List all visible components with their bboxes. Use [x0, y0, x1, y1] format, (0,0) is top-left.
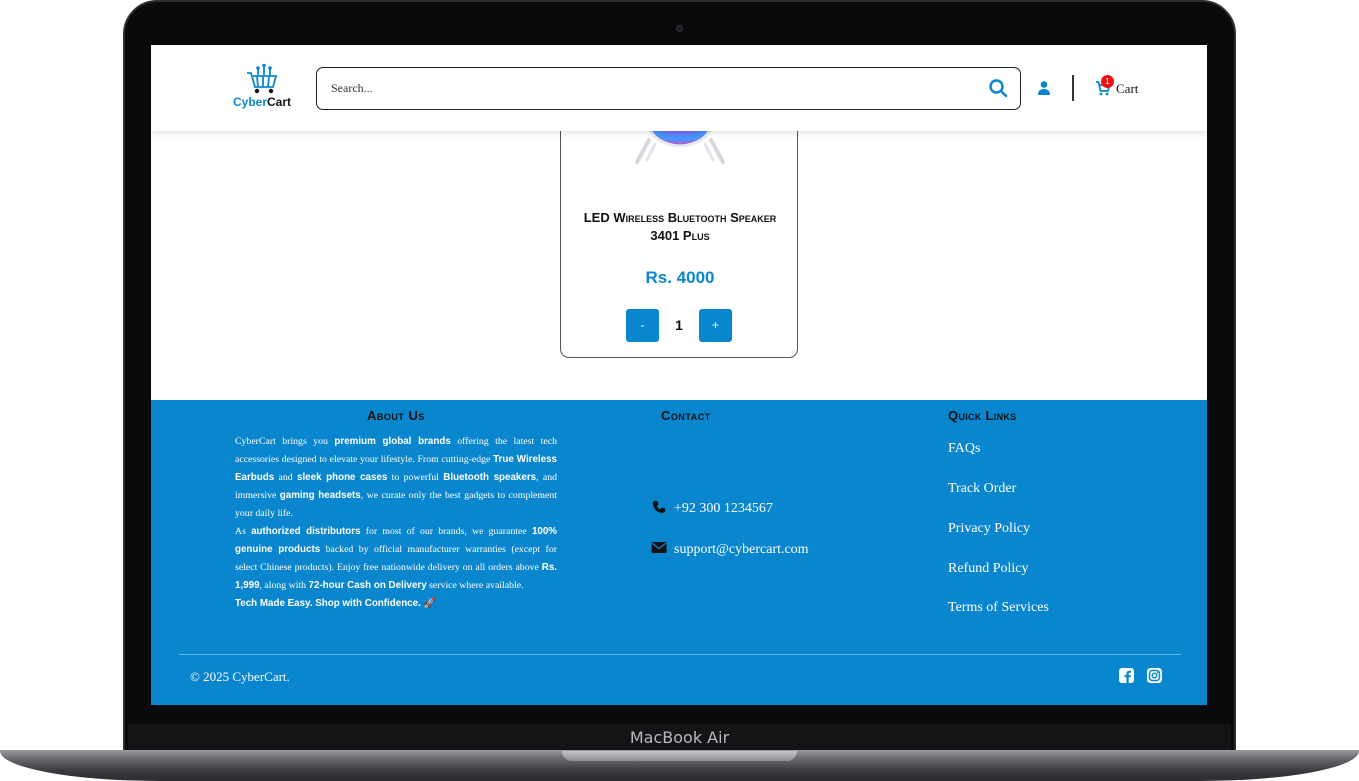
about-us-text: CyberCart brings you premium global bran… [235, 436, 558, 609]
laptop-notch [562, 751, 797, 761]
cart-logo-icon [247, 63, 278, 94]
link-terms-of-services[interactable]: Terms of Services [948, 600, 1049, 616]
cart-link[interactable]: Cart [1116, 81, 1138, 97]
quantity-value: 1 [675, 317, 683, 333]
laptop-mockup: MacBook Air CyberCart Search... 1 Cart L… [0, 0, 1359, 781]
quick-links-heading: Quick Links [948, 408, 1017, 423]
site-footer: About Us CyberCart brings you premium gl… [151, 400, 1207, 705]
contact-email[interactable]: support@cybercart.com [651, 541, 809, 558]
site-logo[interactable]: CyberCart [227, 63, 297, 115]
tagline: Tech Made Easy. Shop with Confidence. 🚀 [235, 598, 436, 609]
phone-icon [652, 500, 666, 514]
link-faqs[interactable]: FAQs [948, 441, 980, 457]
envelope-icon [651, 542, 667, 553]
user-icon[interactable] [1037, 80, 1051, 96]
product-card[interactable]: LED Wireless Bluetooth Speaker 3401 Plus… [560, 105, 798, 358]
search-bar [316, 67, 1021, 110]
header-divider [1072, 75, 1074, 101]
footer-divider [179, 654, 1181, 655]
product-name[interactable]: LED Wireless Bluetooth Speaker 3401 Plus [571, 209, 789, 245]
browser-viewport: CyberCart 1 Cart [151, 45, 1207, 705]
copyright-text: © 2025 CyberCart. [190, 669, 290, 684]
camera-icon [676, 25, 683, 32]
cart-count-badge: 1 [1101, 75, 1114, 88]
site-header: CyberCart 1 Cart [151, 45, 1207, 131]
contact-phone[interactable]: +92 300 1234567 [651, 500, 773, 517]
contact-heading: Contact [661, 408, 711, 423]
about-us-heading: About Us [367, 408, 425, 423]
link-track-order[interactable]: Track Order [948, 481, 1016, 497]
search-input[interactable] [331, 68, 971, 108]
link-privacy-policy[interactable]: Privacy Policy [948, 521, 1030, 537]
facebook-icon[interactable] [1119, 668, 1134, 683]
search-icon[interactable] [988, 78, 1008, 98]
quantity-increase-button[interactable]: + [699, 309, 732, 342]
product-price: Rs. 4000 [645, 268, 715, 287]
instagram-icon[interactable] [1147, 668, 1162, 683]
quantity-decrease-button[interactable]: - [626, 309, 659, 342]
logo-text: CyberCart [232, 95, 292, 109]
link-refund-policy[interactable]: Refund Policy [948, 561, 1029, 577]
device-label: MacBook Air [629, 728, 730, 747]
